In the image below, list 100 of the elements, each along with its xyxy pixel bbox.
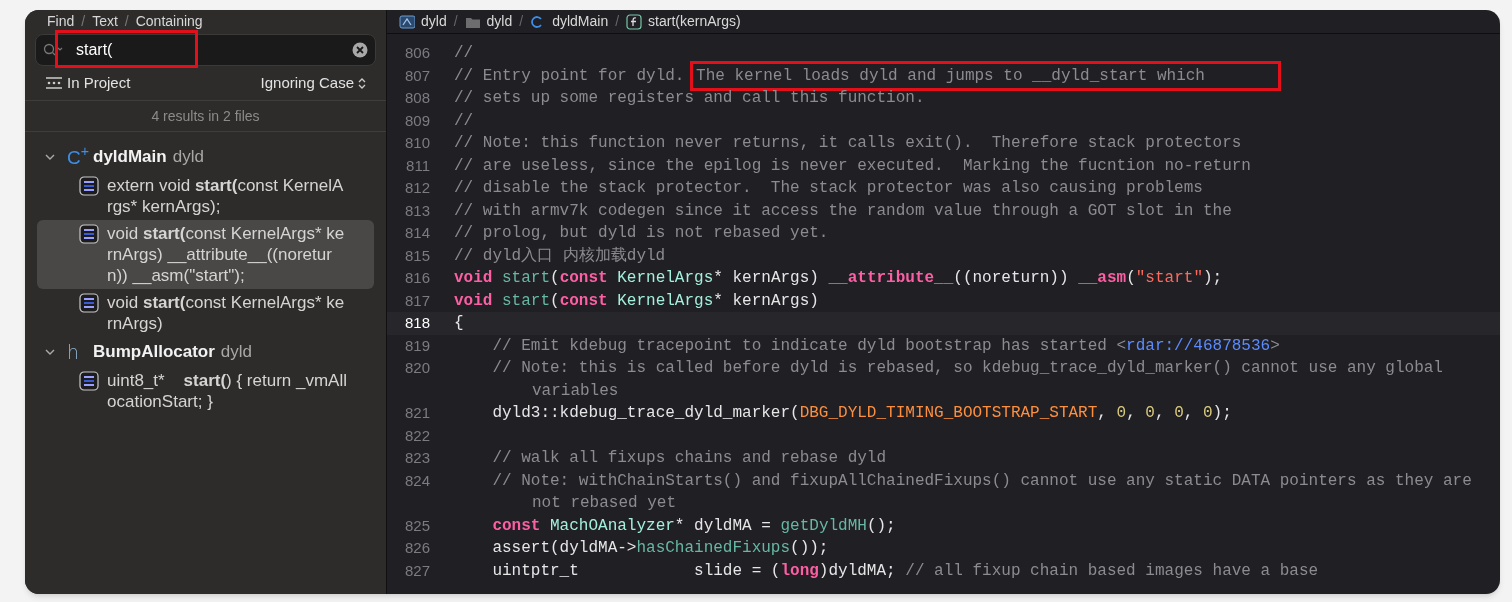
- code-token: 0: [1202, 403, 1213, 424]
- result-file-name[interactable]: dyldMain: [93, 144, 167, 170]
- code-link[interactable]: rdar://46878536: [1126, 334, 1271, 357]
- cpp-file-icon: C$^{+}$: [67, 147, 87, 167]
- scope-icon: [45, 76, 63, 90]
- code-token: __asm: [1078, 268, 1127, 289]
- code-token: * kernArgs): [713, 290, 819, 312]
- disclosure-chevron-icon[interactable]: [45, 152, 55, 162]
- code-token: );: [1203, 268, 1223, 289]
- search-result-item[interactable]: void start(const KernelArgs* kernArgs) __attribute__((noreturn)) __asm("start");: [37, 220, 374, 289]
- code-token: long: [780, 560, 819, 582]
- header-file-icon: h: [67, 342, 87, 362]
- case-popup[interactable]: Ignoring Case: [260, 71, 366, 95]
- code-token: ,: [1183, 403, 1195, 424]
- find-mode-item[interactable]: Find: [47, 10, 75, 32]
- path-separator: /: [453, 12, 458, 31]
- stepper-icon: [358, 76, 366, 90]
- path-separator: /: [80, 11, 87, 31]
- code-token: (: [550, 290, 560, 312]
- breadcrumb-item[interactable]: dyldMain: [530, 11, 609, 32]
- search-result-item[interactable]: void start(const KernelArgs* kernArgs): [37, 289, 374, 337]
- line-number: 822: [403, 425, 431, 446]
- line-number: 813: [403, 200, 431, 221]
- path-separator: /: [519, 12, 524, 31]
- code-token: // dyld入口 内核加载dyld: [454, 245, 666, 267]
- code-token: (: [550, 268, 560, 289]
- code-token: KernelArgs: [617, 290, 714, 312]
- line-number: 827: [403, 560, 431, 581]
- code-token: // all fixup chain based images have a base: [905, 560, 1319, 582]
- breadcrumb-item[interactable]: start(kernArgs): [626, 11, 741, 32]
- code-token: ,: [1126, 403, 1137, 424]
- code-token: // Entry point for dyld.: [454, 65, 686, 87]
- code-token: not rebased yet: [532, 493, 677, 514]
- line-number: 815: [403, 245, 431, 266]
- path-separator: /: [615, 12, 620, 31]
- code-token: );: [1212, 403, 1232, 424]
- code-token: ());: [790, 538, 829, 559]
- code-token: (: [1126, 268, 1136, 289]
- line-number: 809: [403, 110, 431, 131]
- disclosure-chevron-icon[interactable]: [45, 347, 55, 357]
- code-token: getDyldMH: [780, 515, 867, 537]
- code-token: 0: [1174, 403, 1184, 424]
- code-token: )dyldMA;: [818, 560, 897, 582]
- code-token: // disable the stack protector. The stack protector was also causing problems: [454, 178, 1203, 199]
- find-mode-item[interactable]: Containing: [135, 10, 203, 32]
- line-number: 812: [403, 178, 431, 198]
- code-token: start: [502, 290, 551, 312]
- result-file-name[interactable]: BumpAllocator: [93, 339, 215, 365]
- code-token: //: [454, 43, 474, 64]
- code-token: ,: [1097, 403, 1108, 424]
- line-number: 807: [403, 65, 431, 86]
- search-field[interactable]: start(: [35, 34, 376, 66]
- find-mode-item[interactable]: Text: [92, 10, 118, 32]
- code-token: variables: [532, 380, 619, 402]
- line-number: 824: [403, 470, 431, 491]
- code-token: start: [502, 268, 551, 289]
- code-token: //: [454, 110, 474, 132]
- code-token: __attribute__: [828, 268, 954, 289]
- code-token: ,: [1154, 403, 1166, 424]
- code-token: const: [559, 268, 609, 289]
- line-number: 826: [403, 538, 431, 558]
- code-token: // Emit kdebug tracepoint to indicate dyld bootstrap has started <: [491, 335, 1127, 357]
- result-module-name: dyld: [220, 341, 253, 364]
- code-token: 0: [1145, 403, 1155, 424]
- breadcrumb-item[interactable]: dyld: [464, 11, 513, 32]
- scope-label[interactable]: In Project: [67, 71, 131, 95]
- code-token: // Note: withChainStarts() and fixupAllChainedFixups() cannot use any static DATA pointers as they are: [491, 470, 1472, 492]
- code-token: // prolog, but dyld is not rebased yet.: [454, 223, 829, 244]
- code-token: // with armv7k codegen since it access the random value through a GOT slot in the: [454, 200, 1232, 222]
- line-number: 817: [403, 290, 431, 311]
- line-number: 820: [403, 358, 431, 378]
- search-icon[interactable]: [43, 43, 65, 57]
- code-token: hasChainedFixups: [636, 538, 791, 559]
- code-token: // Note: this is called before dyld is rebased, so kdebug_trace_dyld_marker() cannot use any global: [491, 358, 1443, 379]
- code-token: 0: [1116, 403, 1127, 424]
- line-number: 823: [403, 448, 431, 468]
- code-token: void: [454, 290, 494, 312]
- code-token: // walk all fixups chains and rebase dyld: [491, 448, 887, 469]
- code-token: MachOAnalyzer: [550, 515, 675, 537]
- code-token: // sets up some registers and call this function.: [454, 88, 925, 109]
- code-token: void: [454, 268, 494, 289]
- results-summary: 4 results in 2 files: [151, 106, 260, 126]
- code-token: DBG_DYLD_TIMING_BOOTSTRAP_START: [799, 403, 1098, 424]
- line-number: 810: [403, 133, 431, 153]
- code-token: {: [454, 313, 464, 334]
- code-token: uintptr_t slide = (: [491, 560, 781, 582]
- code-token: assert(dyldMA->: [491, 538, 637, 559]
- code-token: // Note: this function never returns, it calls exit(). Therefore stack protectors: [454, 133, 1242, 154]
- breadcrumb-item[interactable]: dyld: [399, 11, 447, 32]
- line-number: 814: [403, 223, 431, 243]
- path-separator: /: [123, 11, 130, 31]
- code-token: ((noreturn)): [953, 268, 1070, 289]
- line-number: 816: [403, 268, 431, 288]
- line-number: 821: [403, 403, 431, 423]
- search-result-item[interactable]: extern void start(const KernelArgs* kernArgs);: [37, 172, 374, 220]
- line-number: 811: [405, 155, 431, 176]
- code-token: dyld3::kdebug_trace_dyld_marker(: [491, 403, 800, 424]
- code-token: const: [559, 290, 609, 312]
- search-result-item[interactable]: uint8_t* start() { return _vmAllocationStart; }: [37, 367, 374, 415]
- clear-icon[interactable]: [352, 42, 368, 58]
